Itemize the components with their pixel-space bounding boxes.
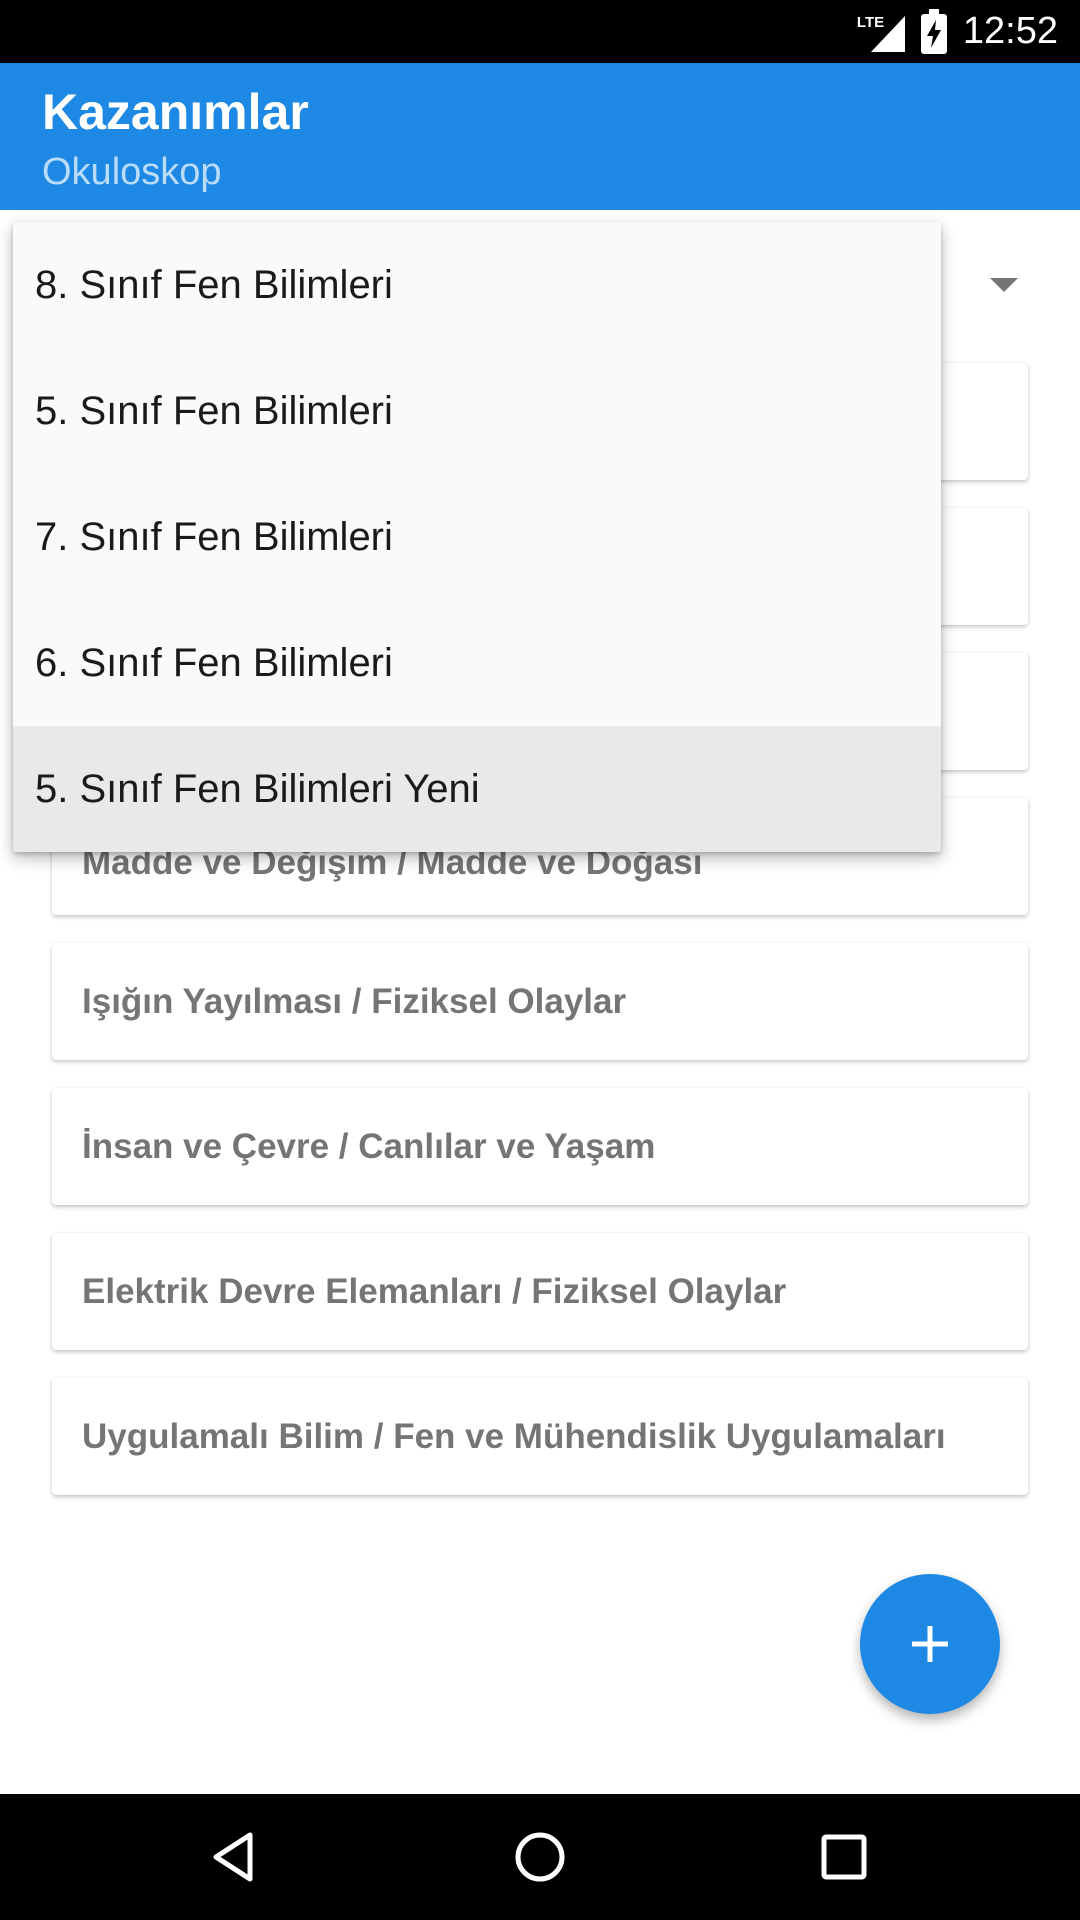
signal-icon xyxy=(870,15,905,52)
class-dropdown-menu: 8. Sınıf Fen Bilimleri 5. Sınıf Fen Bili… xyxy=(13,222,941,852)
back-button[interactable] xyxy=(176,1794,296,1920)
dropdown-arrow-icon[interactable] xyxy=(990,278,1018,292)
list-item-label: İnsan ve Çevre / Canlılar ve Yaşam xyxy=(82,1127,656,1166)
dropdown-option[interactable]: 5. Sınıf Fen Bilimleri xyxy=(13,348,941,474)
back-triangle-icon xyxy=(213,1832,253,1882)
page-subtitle: Okuloskop xyxy=(42,151,222,193)
app-bar: Kazanımlar Okuloskop xyxy=(0,63,1080,210)
dropdown-option-selected[interactable]: 5. Sınıf Fen Bilimleri Yeni xyxy=(13,726,941,852)
status-icons: LTE 12:52 xyxy=(857,0,1058,63)
status-time: 12:52 xyxy=(962,10,1058,52)
screen: LTE 12:52 Kazanımlar Okuloskop Madde ve … xyxy=(0,0,1080,1920)
list-item[interactable]: Elektrik Devre Elemanları / Fiziksel Ola… xyxy=(52,1233,1028,1350)
recents-square-icon xyxy=(821,1834,867,1880)
list-item-label: Işığın Yayılması / Fiziksel Olaylar xyxy=(82,982,627,1021)
list-item-label: Uygulamalı Bilim / Fen ve Mühendislik Uy… xyxy=(82,1417,946,1456)
dropdown-option[interactable]: 7. Sınıf Fen Bilimleri xyxy=(13,474,941,600)
recents-button[interactable] xyxy=(784,1794,904,1920)
page-title: Kazanımlar xyxy=(42,84,309,140)
list-item-label: Elektrik Devre Elemanları / Fiziksel Ola… xyxy=(82,1272,787,1311)
navigation-bar xyxy=(0,1794,1080,1920)
dropdown-option[interactable]: 6. Sınıf Fen Bilimleri xyxy=(13,600,941,726)
dropdown-option[interactable]: 8. Sınıf Fen Bilimleri xyxy=(13,222,941,348)
plus-icon xyxy=(912,1626,948,1662)
home-button[interactable] xyxy=(480,1794,600,1920)
lte-signal-icon: LTE xyxy=(857,12,905,52)
battery-charging-icon xyxy=(920,8,947,54)
list-item[interactable]: Işığın Yayılması / Fiziksel Olaylar xyxy=(52,943,1028,1060)
list-item[interactable]: İnsan ve Çevre / Canlılar ve Yaşam xyxy=(52,1088,1028,1205)
status-bar: LTE 12:52 xyxy=(0,0,1080,63)
home-circle-icon xyxy=(515,1832,565,1882)
add-button[interactable] xyxy=(860,1574,1000,1714)
list-item[interactable]: Uygulamalı Bilim / Fen ve Mühendislik Uy… xyxy=(52,1378,1028,1495)
